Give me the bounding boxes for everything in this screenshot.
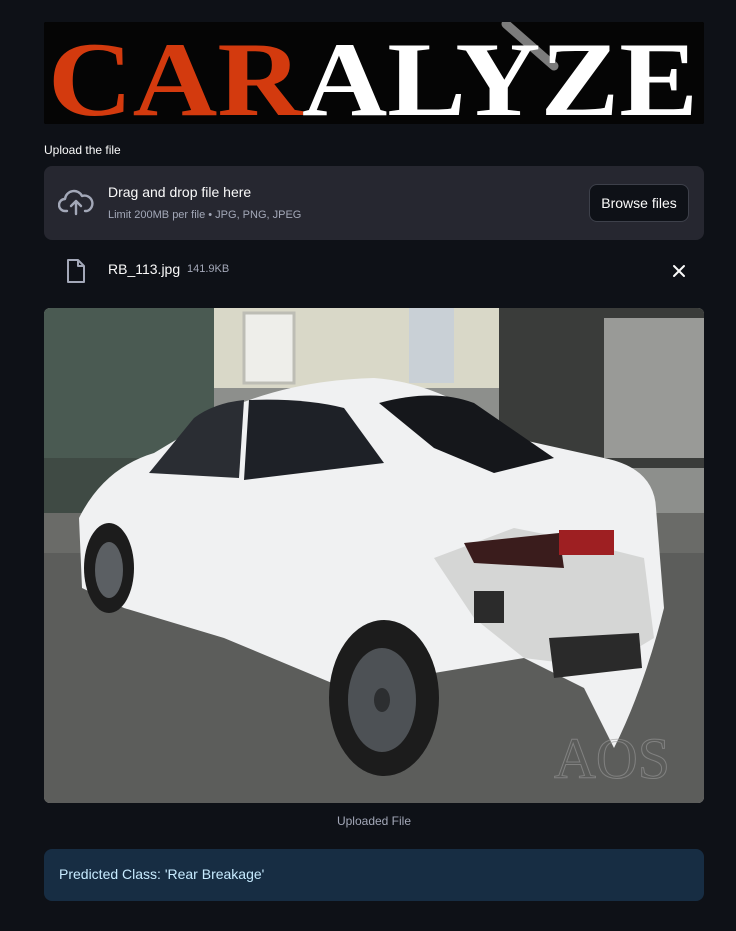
logo-text-right: ALYZE — [302, 22, 698, 124]
image-watermark: AOS — [554, 726, 670, 791]
file-icon — [67, 259, 85, 283]
prediction-text: Predicted Class: 'Rear Breakage' — [59, 866, 265, 882]
browse-files-button[interactable]: Browse files — [589, 184, 689, 222]
dropzone-title: Drag and drop file here — [108, 184, 252, 200]
app-root: CAR ALYZE Upload the file Drag and drop … — [0, 0, 736, 931]
cloud-upload-icon — [58, 189, 94, 216]
uploaded-file-row: RB_113.jpg 141.9KB — [44, 255, 704, 287]
uploaded-image: AOS — [44, 308, 704, 803]
uploaded-file-size: 141.9KB — [187, 263, 230, 275]
file-dropzone[interactable]: Drag and drop file here Limit 200MB per … — [44, 166, 704, 240]
close-icon[interactable] — [669, 261, 689, 281]
image-caption: Uploaded File — [336, 814, 412, 828]
uploaded-file-name: RB_113.jpg — [108, 261, 181, 277]
prediction-alert: Predicted Class: 'Rear Breakage' — [44, 849, 704, 901]
dropzone-limit: Limit 200MB per file • JPG, PNG, JPEG — [108, 209, 302, 221]
brand-logo: CAR ALYZE — [44, 22, 704, 124]
upload-label: Upload the file — [44, 143, 121, 157]
logo-text-left: CAR — [48, 22, 304, 124]
